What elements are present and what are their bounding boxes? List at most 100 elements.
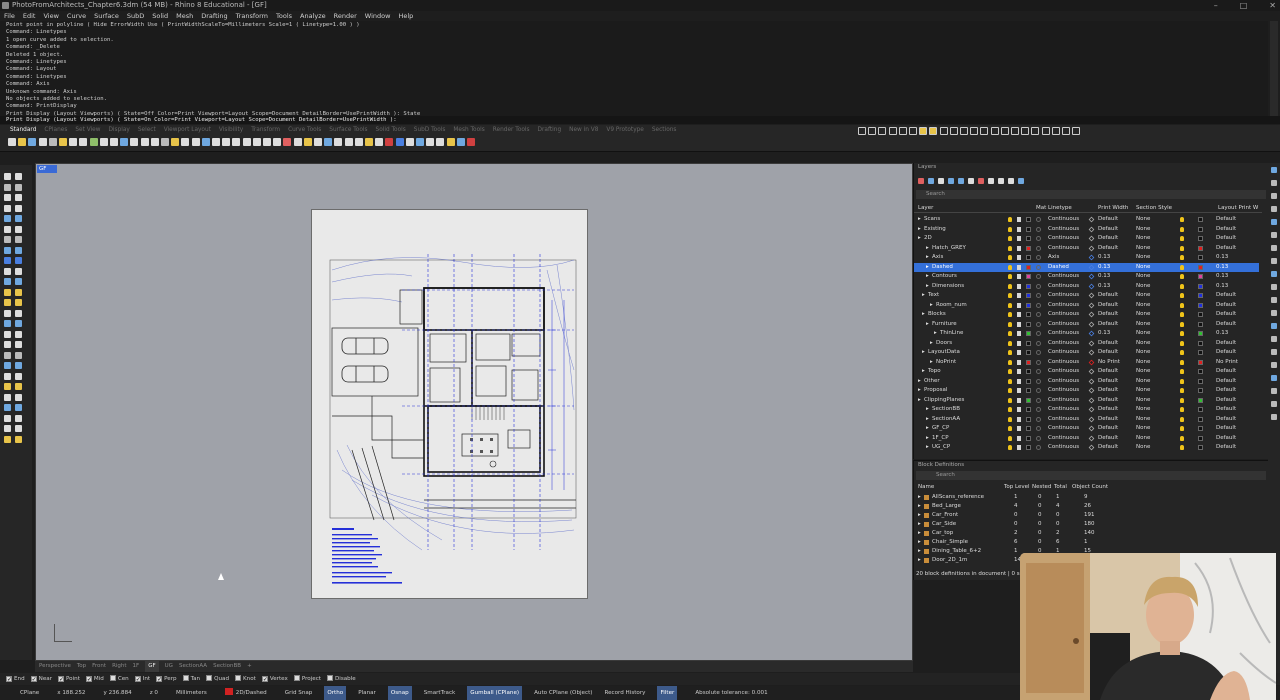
- status-toggle-auto-cplane-object[interactable]: Auto CPlane (Object): [534, 686, 592, 700]
- expand-arrow-icon[interactable]: ▸: [922, 310, 925, 320]
- status-toggle-osnap[interactable]: Osnap: [387, 686, 412, 700]
- osnap-checkbox[interactable]: [109, 675, 116, 681]
- layer-row[interactable]: ▸ Contours Continuous 0.13 None 0.13: [914, 272, 1259, 282]
- layer-print-width[interactable]: 0.13: [1098, 253, 1110, 263]
- layer-section-style[interactable]: None: [1136, 377, 1150, 387]
- layer-print-width[interactable]: Default: [1098, 348, 1118, 358]
- toolbar-tab-mesh-tools[interactable]: Mesh Tools: [453, 125, 484, 135]
- layer-color-swatch[interactable]: [1026, 388, 1031, 393]
- layer-tool-icon[interactable]: [968, 178, 974, 184]
- layer-tool-icon[interactable]: [938, 178, 944, 184]
- layout-color-swatch[interactable]: [1198, 264, 1203, 270]
- layer-section-style[interactable]: None: [1136, 225, 1150, 235]
- layer-print-width[interactable]: Default: [1098, 415, 1118, 425]
- osnap-mid[interactable]: ✓ Mid: [85, 673, 104, 685]
- add-viewport-tab-button[interactable]: +: [247, 661, 252, 672]
- toolbar-tool-icon[interactable]: [232, 138, 241, 146]
- layout-color-swatch[interactable]: [1198, 312, 1203, 317]
- layout-color-swatch[interactable]: [1198, 397, 1203, 403]
- menu-help[interactable]: Help: [398, 11, 413, 21]
- snap-tool-icon[interactable]: [1031, 127, 1040, 135]
- layer-row[interactable]: ▸ Text Continuous Default None Default: [914, 291, 1259, 301]
- palette-tool-icon[interactable]: [15, 309, 22, 317]
- layer-color-swatch[interactable]: [1026, 350, 1031, 355]
- layer-section-style[interactable]: None: [1136, 234, 1150, 244]
- layer-row[interactable]: ▸ Blocks Continuous Default None Default: [914, 310, 1259, 320]
- palette-tool-icon[interactable]: [4, 372, 11, 380]
- expand-arrow-icon[interactable]: ▸: [934, 329, 937, 339]
- layer-row[interactable]: ▸ Axis Axis 0.13 None 0.13: [914, 253, 1259, 263]
- toolbar-tool-icon[interactable]: [48, 138, 57, 146]
- expand-arrow-icon[interactable]: ▸: [926, 415, 929, 425]
- layer-section-style[interactable]: None: [1136, 434, 1150, 444]
- layout-visible-icon[interactable]: [1180, 321, 1184, 327]
- layout-sheet[interactable]: [312, 210, 587, 598]
- layer-section-style[interactable]: None: [1136, 367, 1150, 377]
- layer-color-swatch[interactable]: [1026, 302, 1031, 308]
- palette-tool-icon[interactable]: [15, 404, 22, 411]
- layer-tool-icon[interactable]: [988, 178, 994, 184]
- toolbar-tool-icon[interactable]: [171, 138, 180, 146]
- layer-linetype[interactable]: Continuous: [1048, 272, 1079, 282]
- toolbar-tool-icon[interactable]: [150, 138, 159, 146]
- layer-layout-print-width[interactable]: Default: [1216, 244, 1236, 254]
- layer-lock-icon[interactable]: [1017, 302, 1021, 308]
- menu-subd[interactable]: SubD: [127, 11, 144, 21]
- toolbar-tab-drafting[interactable]: Drafting: [538, 125, 562, 135]
- expand-arrow-icon[interactable]: ▸: [926, 253, 929, 263]
- palette-tool-icon[interactable]: [15, 215, 22, 222]
- layout-viewport[interactable]: GF: [35, 163, 913, 661]
- layout-color-swatch[interactable]: [1198, 369, 1203, 374]
- expand-arrow-icon[interactable]: ▸: [918, 396, 921, 406]
- palette-tool-icon[interactable]: [4, 351, 11, 359]
- layer-row[interactable]: ▸ NoPrint Continuous No Print None No Print: [914, 358, 1259, 368]
- osnap-checkbox[interactable]: ✓: [6, 676, 12, 683]
- palette-tool-icon[interactable]: [4, 435, 11, 443]
- layer-color-swatch[interactable]: [1026, 321, 1031, 327]
- expand-arrow-icon[interactable]: ▸: [930, 358, 933, 368]
- toolbar-tool-icon[interactable]: [242, 138, 251, 146]
- layer-material-icon[interactable]: [1036, 226, 1041, 232]
- layer-tool-icon[interactable]: [1008, 178, 1014, 184]
- layer-linetype[interactable]: Continuous: [1048, 329, 1079, 339]
- layer-color-swatch[interactable]: [1026, 255, 1031, 260]
- expand-arrow-icon[interactable]: ▸: [926, 244, 929, 254]
- menu-mesh[interactable]: Mesh: [176, 11, 193, 21]
- layer-layout-print-width[interactable]: Default: [1216, 225, 1236, 235]
- toolbar-tool-icon[interactable]: [456, 138, 465, 146]
- block-row[interactable]: ▸ Car_top 2 0 2 140: [914, 529, 1114, 538]
- toolbar-tool-icon[interactable]: [405, 138, 414, 146]
- expand-arrow-icon[interactable]: ▸: [926, 263, 929, 273]
- status-toggle-record-history[interactable]: Record History: [604, 686, 645, 700]
- layout-visible-icon[interactable]: [1180, 293, 1184, 298]
- layout-visible-icon[interactable]: [1180, 331, 1184, 336]
- layout-visible-icon[interactable]: [1180, 274, 1184, 279]
- toolbar-tab-display[interactable]: Display: [108, 125, 129, 135]
- expand-arrow-icon[interactable]: ▸: [930, 339, 933, 349]
- layer-row[interactable]: ▸ Topo Continuous Default None Default: [914, 367, 1259, 377]
- layer-material-icon[interactable]: [1036, 369, 1041, 374]
- layer-section-style[interactable]: None: [1136, 415, 1150, 425]
- toolbar-tool-icon[interactable]: [416, 138, 424, 146]
- layer-visible-icon[interactable]: [1008, 255, 1012, 260]
- expand-arrow-icon[interactable]: ▸: [930, 301, 933, 311]
- units-label[interactable]: Millimeters: [176, 686, 207, 700]
- toolbar-tool-icon[interactable]: [314, 138, 322, 146]
- expand-arrow-icon[interactable]: ▸: [918, 225, 921, 235]
- layer-visible-icon[interactable]: [1008, 426, 1012, 431]
- layer-print-width[interactable]: 0.13: [1098, 263, 1110, 273]
- layer-visible-icon[interactable]: [1008, 321, 1012, 327]
- snap-tool-icon[interactable]: [980, 127, 989, 135]
- layout-visible-icon[interactable]: [1180, 369, 1184, 374]
- expand-arrow-icon[interactable]: ▸: [926, 282, 929, 292]
- layer-section-style[interactable]: None: [1136, 405, 1150, 415]
- viewport-tab-gf[interactable]: GF: [145, 661, 159, 672]
- toolbar-tab-cplanes[interactable]: CPlanes: [44, 125, 67, 135]
- layer-color-swatch[interactable]: [1026, 359, 1031, 365]
- layer-linetype[interactable]: Continuous: [1048, 310, 1079, 320]
- palette-tool-icon[interactable]: [4, 183, 11, 191]
- palette-tool-icon[interactable]: [4, 362, 11, 369]
- layer-row[interactable]: ▸ Existing Continuous Default None Default: [914, 225, 1259, 235]
- panel-tab-icon[interactable]: [1271, 414, 1277, 420]
- layout-visible-icon[interactable]: [1180, 378, 1184, 384]
